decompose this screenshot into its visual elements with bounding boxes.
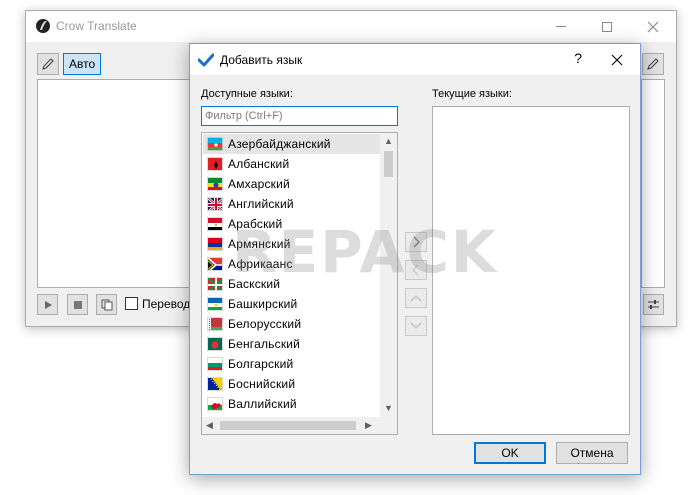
copy-icon bbox=[101, 299, 112, 310]
basque-flag-icon bbox=[207, 277, 223, 291]
close-button[interactable] bbox=[630, 11, 676, 42]
language-list-item[interactable]: Болгарский bbox=[203, 354, 380, 374]
ethiopia-flag-icon bbox=[207, 177, 223, 191]
azerbaijan-flag-icon bbox=[207, 137, 223, 151]
edit-target-languages-button[interactable] bbox=[642, 53, 664, 75]
stop-icon bbox=[73, 300, 82, 309]
south-africa-flag-icon bbox=[207, 257, 223, 271]
bangladesh-flag-icon bbox=[207, 337, 223, 351]
belarus-flag-icon bbox=[207, 317, 223, 331]
language-list-item[interactable]: Валлийский bbox=[203, 394, 380, 414]
scroll-left-arrow-icon[interactable]: ◀ bbox=[206, 420, 213, 431]
available-languages-list[interactable]: Азербайджанский Албанский Амхарский Английс… bbox=[201, 132, 398, 435]
main-window-title: Crow Translate bbox=[56, 19, 137, 33]
maximize-button[interactable] bbox=[584, 11, 630, 42]
language-list-item[interactable]: Боснийский bbox=[203, 374, 380, 394]
language-list-item[interactable]: Бенгальский bbox=[203, 334, 380, 354]
language-list-item[interactable]: Английский bbox=[203, 194, 380, 214]
language-label: Амхарский bbox=[228, 177, 290, 191]
language-list-item[interactable]: Арабский bbox=[203, 214, 380, 234]
close-icon bbox=[647, 21, 659, 32]
add-language-dialog: Добавить язык ? Доступные языки: Текущие… bbox=[189, 43, 641, 475]
help-button[interactable]: ? bbox=[574, 50, 582, 66]
language-list-item[interactable]: Азербайджанский bbox=[203, 134, 380, 154]
scroll-up-arrow-icon[interactable]: ▲ bbox=[384, 136, 393, 146]
translate-checkbox[interactable] bbox=[125, 297, 138, 310]
language-label: Арабский bbox=[228, 217, 283, 231]
play-button[interactable] bbox=[37, 294, 58, 315]
maximize-icon bbox=[602, 21, 612, 32]
dialog-title: Добавить язык bbox=[220, 53, 303, 67]
egypt-flag-icon bbox=[207, 217, 223, 231]
translation-text-area[interactable] bbox=[641, 79, 665, 288]
scroll-down-arrow-icon[interactable]: ▼ bbox=[384, 403, 393, 413]
dialog-titlebar: Добавить язык ? bbox=[190, 44, 640, 75]
language-label: Армянский bbox=[228, 237, 291, 251]
play-icon bbox=[44, 300, 52, 309]
armenia-flag-icon bbox=[207, 237, 223, 251]
minimize-button[interactable] bbox=[538, 11, 584, 42]
copy-button[interactable] bbox=[96, 294, 117, 315]
move-up-button[interactable] bbox=[405, 288, 427, 308]
language-list-item[interactable]: Амхарский bbox=[203, 174, 380, 194]
language-label: Английский bbox=[228, 197, 294, 211]
scroll-right-arrow-icon[interactable]: ▶ bbox=[365, 420, 372, 431]
albania-flag-icon bbox=[207, 157, 223, 171]
language-label: Болгарский bbox=[228, 357, 294, 371]
auto-detect-language-button[interactable]: Авто bbox=[63, 53, 102, 75]
chevron-left-icon bbox=[412, 264, 419, 276]
chevron-up-icon bbox=[410, 295, 422, 302]
settings-button[interactable] bbox=[643, 294, 664, 315]
stop-button[interactable] bbox=[67, 294, 88, 315]
language-label: Баскский bbox=[228, 277, 281, 291]
bosnia-flag-icon bbox=[207, 377, 223, 391]
remove-from-current-button[interactable] bbox=[405, 260, 427, 280]
horizontal-scroll-thumb[interactable] bbox=[220, 421, 356, 430]
source-text-area[interactable] bbox=[37, 79, 207, 288]
checkmark-icon bbox=[198, 53, 214, 67]
main-titlebar: Crow Translate bbox=[26, 11, 676, 42]
language-label: Валлийский bbox=[228, 397, 297, 411]
available-languages-label: Доступные языки: bbox=[201, 88, 293, 100]
current-languages-list[interactable] bbox=[432, 106, 630, 435]
current-languages-label: Текущие языки: bbox=[432, 88, 512, 100]
language-list-item[interactable]: Баскский bbox=[203, 274, 380, 294]
pencil-icon bbox=[42, 58, 54, 70]
language-label: Бенгальский bbox=[228, 337, 301, 351]
language-list-item[interactable]: Албанский bbox=[203, 154, 380, 174]
crow-app-icon bbox=[36, 19, 50, 33]
language-list-item[interactable]: Башкирский bbox=[203, 294, 380, 314]
language-label: Албанский bbox=[228, 157, 290, 171]
edit-source-languages-button[interactable] bbox=[37, 53, 59, 75]
pencil-icon bbox=[647, 58, 659, 70]
filter-input[interactable] bbox=[201, 106, 398, 126]
close-icon bbox=[611, 54, 623, 66]
language-list-item[interactable]: Африкаанс bbox=[203, 254, 380, 274]
move-down-button[interactable] bbox=[405, 316, 427, 336]
language-label: Башкирский bbox=[228, 297, 298, 311]
chevron-right-icon bbox=[413, 236, 420, 248]
bulgaria-flag-icon bbox=[207, 357, 223, 371]
dialog-close-button[interactable] bbox=[602, 48, 632, 72]
available-languages-items: Азербайджанский Албанский Амхарский Английс… bbox=[203, 134, 380, 414]
uk-flag-icon bbox=[207, 197, 223, 211]
cancel-button[interactable]: Отмена bbox=[556, 442, 628, 464]
chevron-down-icon bbox=[410, 322, 422, 329]
minimize-icon bbox=[556, 26, 566, 27]
wales-flag-icon bbox=[207, 397, 223, 411]
ok-button[interactable]: OK bbox=[474, 442, 546, 464]
vertical-scroll-thumb[interactable] bbox=[384, 151, 393, 177]
sliders-icon bbox=[648, 300, 659, 309]
bashkortostan-flag-icon bbox=[207, 297, 223, 311]
language-list-item[interactable]: Белорусский bbox=[203, 314, 380, 334]
language-label: Боснийский bbox=[228, 377, 296, 391]
language-label: Африкаанс bbox=[228, 257, 293, 271]
add-to-current-button[interactable] bbox=[405, 232, 427, 252]
language-label: Азербайджанский bbox=[228, 137, 331, 151]
vertical-scrollbar[interactable]: ▲ ▼ bbox=[380, 133, 397, 417]
language-label: Белорусский bbox=[228, 317, 302, 331]
language-list-item[interactable]: Армянский bbox=[203, 234, 380, 254]
horizontal-scrollbar[interactable]: ◀ ▶ bbox=[202, 417, 397, 434]
